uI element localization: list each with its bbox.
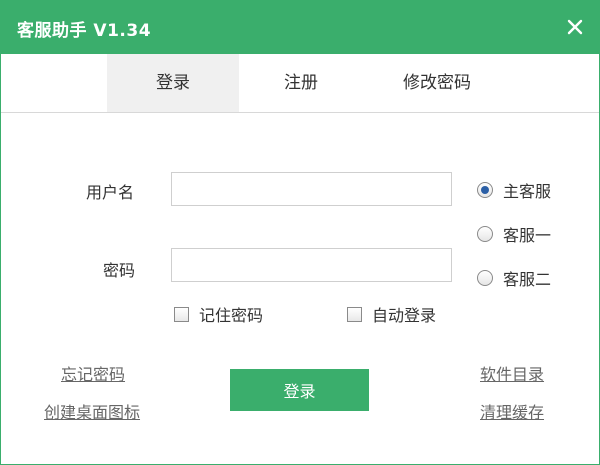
tab-login[interactable]: 登录: [107, 54, 239, 112]
server-option-label: 客服一: [503, 226, 552, 245]
remember-password-label: 记住密码: [199, 306, 264, 325]
clear-cache-link[interactable]: 清理缓存: [480, 399, 544, 423]
app-window: 客服助手 V1.34 登录 注册 修改密码 用户名 密码 主客服 客服一 客服二…: [0, 0, 600, 465]
software-directory-link[interactable]: 软件目录: [480, 361, 544, 385]
tab-register[interactable]: 注册: [239, 54, 363, 112]
window-title: 客服助手 V1.34: [17, 21, 152, 41]
server-option-label: 主客服: [503, 182, 552, 201]
server-option-main[interactable]: 主客服: [477, 178, 551, 202]
password-input[interactable]: [171, 248, 452, 282]
tab-change-password[interactable]: 修改密码: [363, 54, 511, 112]
server-option-label: 客服二: [503, 270, 552, 289]
title-bar: 客服助手 V1.34: [1, 1, 599, 54]
server-option-2[interactable]: 客服二: [477, 266, 551, 290]
auto-login-checkbox[interactable]: [347, 306, 362, 322]
login-button[interactable]: 登录: [230, 369, 369, 411]
remember-password-checkbox[interactable]: [174, 306, 189, 322]
remember-password-option[interactable]: 记住密码: [174, 302, 263, 326]
close-icon[interactable]: [565, 17, 585, 37]
auto-login-option[interactable]: 自动登录: [347, 302, 436, 326]
tab-bar: 登录 注册 修改密码: [1, 54, 599, 113]
radio-icon[interactable]: [477, 270, 493, 286]
radio-icon[interactable]: [477, 182, 493, 198]
radio-icon[interactable]: [477, 226, 493, 242]
username-input[interactable]: [171, 172, 452, 206]
password-label: 密码: [103, 261, 136, 280]
username-label: 用户名: [86, 183, 135, 202]
forgot-password-link[interactable]: 忘记密码: [61, 361, 125, 385]
server-option-1[interactable]: 客服一: [477, 222, 551, 246]
auto-login-label: 自动登录: [372, 306, 437, 325]
create-shortcut-link[interactable]: 创建桌面图标: [44, 399, 140, 423]
